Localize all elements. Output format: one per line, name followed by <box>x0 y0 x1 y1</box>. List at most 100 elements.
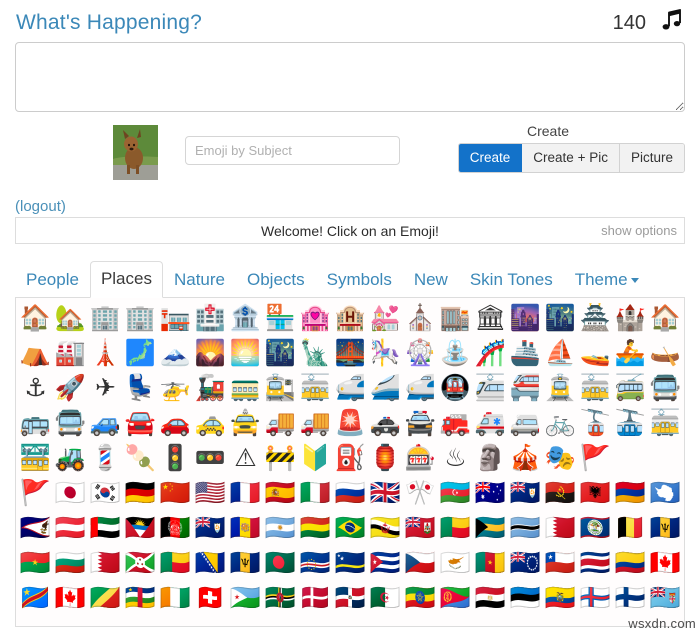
emoji-cell[interactable]: 🚙 <box>88 405 123 440</box>
emoji-cell[interactable]: 🛶 <box>648 335 683 370</box>
emoji-cell[interactable]: 🌉 <box>333 335 368 370</box>
emoji-cell[interactable]: 🏭 <box>53 335 88 370</box>
emoji-cell[interactable]: ♨ <box>438 440 473 475</box>
create-plus-pic-button[interactable]: Create + Pic <box>522 144 620 172</box>
emoji-cell[interactable]: 🇷🇺 <box>333 475 368 510</box>
emoji-cell[interactable]: 🚌 <box>18 405 53 440</box>
emoji-cell[interactable]: 🇪🇷 <box>438 580 473 615</box>
emoji-cell[interactable]: 🇩🇲 <box>263 580 298 615</box>
emoji-cell[interactable]: 🎭 <box>543 440 578 475</box>
emoji-cell[interactable]: 🇩🇯 <box>228 580 263 615</box>
emoji-cell[interactable]: 🏢 <box>123 300 158 335</box>
emoji-cell[interactable]: 🇰🇷 <box>88 475 123 510</box>
emoji-cell[interactable]: 🇨🇷 <box>578 545 613 580</box>
emoji-cell[interactable]: 🚁 <box>158 370 193 405</box>
emoji-cell[interactable]: 🇦🇴 <box>543 475 578 510</box>
emoji-cell[interactable]: 🚩 <box>18 475 53 510</box>
emoji-cell[interactable]: 🇧🇧 <box>648 510 683 545</box>
emoji-cell[interactable]: 🇧🇭 <box>543 510 578 545</box>
emoji-cell[interactable]: 🇦🇪 <box>88 510 123 545</box>
emoji-cell[interactable]: 🚜 <box>53 440 88 475</box>
emoji-cell[interactable] <box>648 440 683 475</box>
emoji-cell[interactable]: 🚈 <box>473 370 508 405</box>
emoji-cell[interactable]: 🇧🇧 <box>228 545 263 580</box>
emoji-cell[interactable]: 🚣 <box>613 335 648 370</box>
emoji-cell[interactable]: 🏣 <box>158 300 193 335</box>
emoji-cell[interactable]: 🎡 <box>403 335 438 370</box>
emoji-cell[interactable]: 🇦🇸 <box>18 510 53 545</box>
emoji-cell[interactable]: 🗻 <box>158 335 193 370</box>
tab-skin-tones[interactable]: Skin Tones <box>459 262 564 298</box>
emoji-cell[interactable]: 🇦🇮 <box>193 510 228 545</box>
emoji-cell[interactable]: 🏰 <box>613 300 648 335</box>
tab-nature[interactable]: Nature <box>163 262 236 298</box>
emoji-cell[interactable]: 🇨🇩 <box>18 580 53 615</box>
emoji-cell[interactable]: ⛵ <box>543 335 578 370</box>
emoji-cell[interactable]: 🇧🇮 <box>123 545 158 580</box>
picture-button[interactable]: Picture <box>619 144 684 172</box>
emoji-cell[interactable]: 🚩 <box>578 440 613 475</box>
emoji-cell[interactable]: 🇦🇬 <box>123 510 158 545</box>
emoji-cell[interactable]: 🚚 <box>263 405 298 440</box>
tab-new[interactable]: New <box>403 262 459 298</box>
music-note-icon[interactable] <box>660 7 684 38</box>
emoji-cell[interactable]: 🇨🇮 <box>158 580 193 615</box>
emoji-cell[interactable]: 🇨🇻 <box>298 545 333 580</box>
emoji-cell[interactable]: 🇨🇬 <box>88 580 123 615</box>
emoji-cell[interactable]: 🚋 <box>298 370 333 405</box>
emoji-subject-input[interactable] <box>185 136 400 165</box>
emoji-cell[interactable]: ⛪ <box>403 300 438 335</box>
emoji-cell[interactable]: 🇦🇺 <box>473 475 508 510</box>
emoji-cell[interactable]: 🗾 <box>123 335 158 370</box>
emoji-cell[interactable]: 🇨🇳 <box>158 475 193 510</box>
emoji-cell[interactable]: 🎌 <box>403 475 438 510</box>
emoji-cell[interactable]: 🚤 <box>578 335 613 370</box>
emoji-cell[interactable]: 🚥 <box>193 440 228 475</box>
emoji-cell[interactable]: 🇧🇦 <box>193 545 228 580</box>
emoji-cell[interactable]: 🇩🇪 <box>123 475 158 510</box>
emoji-cell[interactable]: 🇯🇵 <box>53 475 88 510</box>
emoji-cell[interactable]: 🏯 <box>578 300 613 335</box>
emoji-cell[interactable]: 🚠 <box>613 405 648 440</box>
emoji-cell[interactable]: 🇨🇭 <box>193 580 228 615</box>
emoji-cell[interactable]: 🇫🇮 <box>613 580 648 615</box>
emoji-cell[interactable]: 🇨🇦 <box>53 580 88 615</box>
emoji-cell[interactable]: 🚖 <box>228 405 263 440</box>
emoji-cell[interactable]: 🇮🇹 <box>298 475 333 510</box>
emoji-cell[interactable]: 🇨🇦 <box>648 545 683 580</box>
emoji-cell[interactable]: 🇦🇿 <box>438 475 473 510</box>
emoji-grid[interactable]: 🏠 🏡 🏢 🏢 🏣 🏥 🏦 🏪 🏩 🏨 💒 ⛪ 🏬 🏛 🌆 🌃 🏯 🏰 🏠 ⛺ 🏭 🗼 🗾 🗻 🌄 🌅 🌃 🗽 🌉 🎠 🎡 ⛲ 🎢 🚢 ⛵ 🚤 🚣 🛶 ⚓ 🚀… <box>15 297 685 627</box>
emoji-cell[interactable]: 🇧🇯 <box>158 545 193 580</box>
emoji-cell[interactable]: ⚠ <box>228 440 263 475</box>
emoji-cell[interactable]: 🎠 <box>368 335 403 370</box>
create-button[interactable]: Create <box>458 144 523 172</box>
emoji-cell[interactable]: 🚅 <box>333 370 368 405</box>
emoji-cell[interactable]: 🚂 <box>193 370 228 405</box>
emoji-cell[interactable]: 🌃 <box>263 335 298 370</box>
emoji-cell[interactable]: 🚦 <box>158 440 193 475</box>
emoji-cell[interactable]: 🇧🇭 <box>88 545 123 580</box>
emoji-cell[interactable]: 🇦🇩 <box>228 510 263 545</box>
emoji-cell[interactable]: 🏬 <box>438 300 473 335</box>
emoji-cell[interactable]: 🏮 <box>368 440 403 475</box>
emoji-cell[interactable]: 🇨🇴 <box>613 545 648 580</box>
emoji-cell[interactable]: 🇧🇲 <box>403 510 438 545</box>
emoji-cell[interactable]: 🚘 <box>123 405 158 440</box>
emoji-cell[interactable]: 🚗 <box>158 405 193 440</box>
emoji-cell[interactable]: 🚒 <box>438 405 473 440</box>
emoji-cell[interactable]: 🇨🇺 <box>368 545 403 580</box>
logout-link[interactable]: (logout) <box>15 198 66 215</box>
emoji-cell[interactable]: 🚢 <box>508 335 543 370</box>
emoji-cell[interactable]: 🏨 <box>333 300 368 335</box>
emoji-cell[interactable]: 🇧🇿 <box>578 510 613 545</box>
emoji-cell[interactable]: ⛽ <box>333 440 368 475</box>
emoji-cell[interactable]: 🚃 <box>228 370 263 405</box>
emoji-cell[interactable]: 🇦🇷 <box>263 510 298 545</box>
emoji-cell[interactable]: 🇧🇯 <box>438 510 473 545</box>
emoji-cell[interactable]: 🇦🇱 <box>578 475 613 510</box>
emoji-cell[interactable]: 🇺🇸 <box>193 475 228 510</box>
show-options-link[interactable]: show options <box>601 223 677 238</box>
emoji-cell[interactable]: 🇫🇷 <box>228 475 263 510</box>
emoji-cell[interactable]: 🇧🇫 <box>18 545 53 580</box>
emoji-cell[interactable]: ✈ <box>88 370 123 405</box>
